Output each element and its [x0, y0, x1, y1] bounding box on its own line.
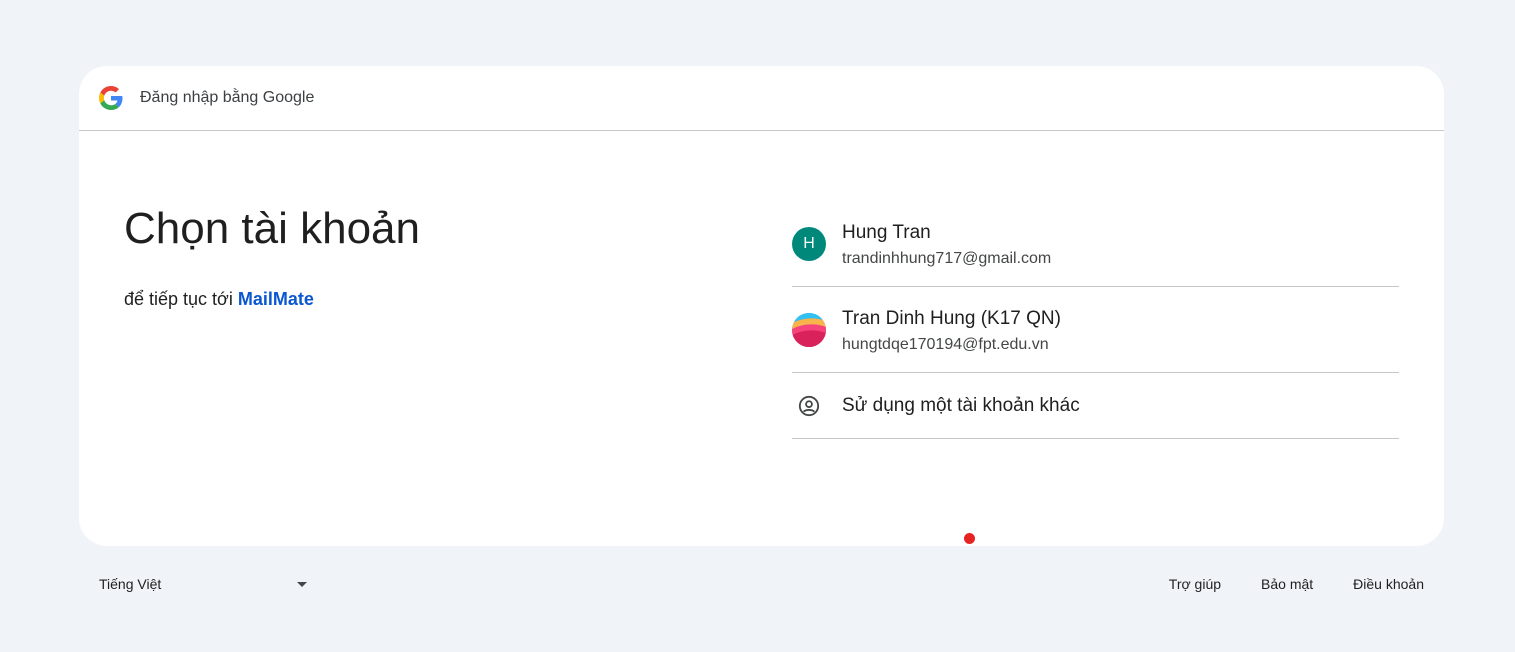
colorful-photo-avatar-icon	[792, 312, 826, 347]
subtitle: để tiếp tục tới MailMate	[124, 289, 420, 310]
red-indicator-dot	[964, 533, 975, 544]
header-title: Đăng nhập bằng Google	[140, 89, 315, 106]
footer: Tiếng Việt Trợ giúp Bảo mật Điều khoản	[79, 566, 1444, 602]
page-title: Chọn tài khoản	[124, 204, 420, 253]
use-another-account-label: Sử dụng một tài khoản khác	[842, 394, 1080, 416]
help-link[interactable]: Trợ giúp	[1169, 576, 1221, 592]
subtitle-prefix: để tiếp tục tới	[124, 289, 233, 309]
avatar-waves-icon	[792, 312, 826, 347]
account-name: Hung Tran	[842, 221, 931, 243]
sign-in-card: Đăng nhập bằng Google Chọn tài khoản để …	[79, 66, 1444, 546]
terms-link[interactable]: Điều khoản	[1353, 576, 1424, 592]
account-item[interactable]: Tran Dinh Hung (K17 QN) hungtdqe170194@f…	[792, 287, 1399, 373]
google-logo-icon	[99, 86, 123, 110]
card-header: Đăng nhập bằng Google	[79, 66, 1444, 131]
language-label: Tiếng Việt	[99, 576, 162, 592]
language-selector[interactable]: Tiếng Việt	[79, 576, 309, 592]
intro-section: Chọn tài khoản để tiếp tục tới MailMate	[124, 201, 420, 310]
use-another-account-button[interactable]: Sử dụng một tài khoản khác	[792, 373, 1399, 439]
account-email: trandinhhung717@gmail.com	[842, 249, 1052, 267]
caret-down-icon	[297, 581, 307, 587]
account-text: Hung Tran trandinhhung717@gmail.com	[842, 220, 1051, 268]
avatar: H	[792, 226, 826, 261]
person-circle-icon	[792, 389, 826, 423]
account-list: H Hung Tran trandinhhung717@gmail.com Tr…	[792, 201, 1399, 439]
account-email: hungtdqe170194@fpt.edu.vn	[842, 335, 1049, 353]
account-text: Tran Dinh Hung (K17 QN) hungtdqe170194@f…	[842, 306, 1061, 354]
account-name: Tran Dinh Hung (K17 QN)	[842, 307, 1061, 329]
account-item[interactable]: H Hung Tran trandinhhung717@gmail.com	[792, 201, 1399, 287]
app-name-link[interactable]: MailMate	[238, 289, 314, 309]
footer-links: Trợ giúp Bảo mật Điều khoản	[1129, 576, 1444, 592]
privacy-link[interactable]: Bảo mật	[1261, 576, 1313, 592]
